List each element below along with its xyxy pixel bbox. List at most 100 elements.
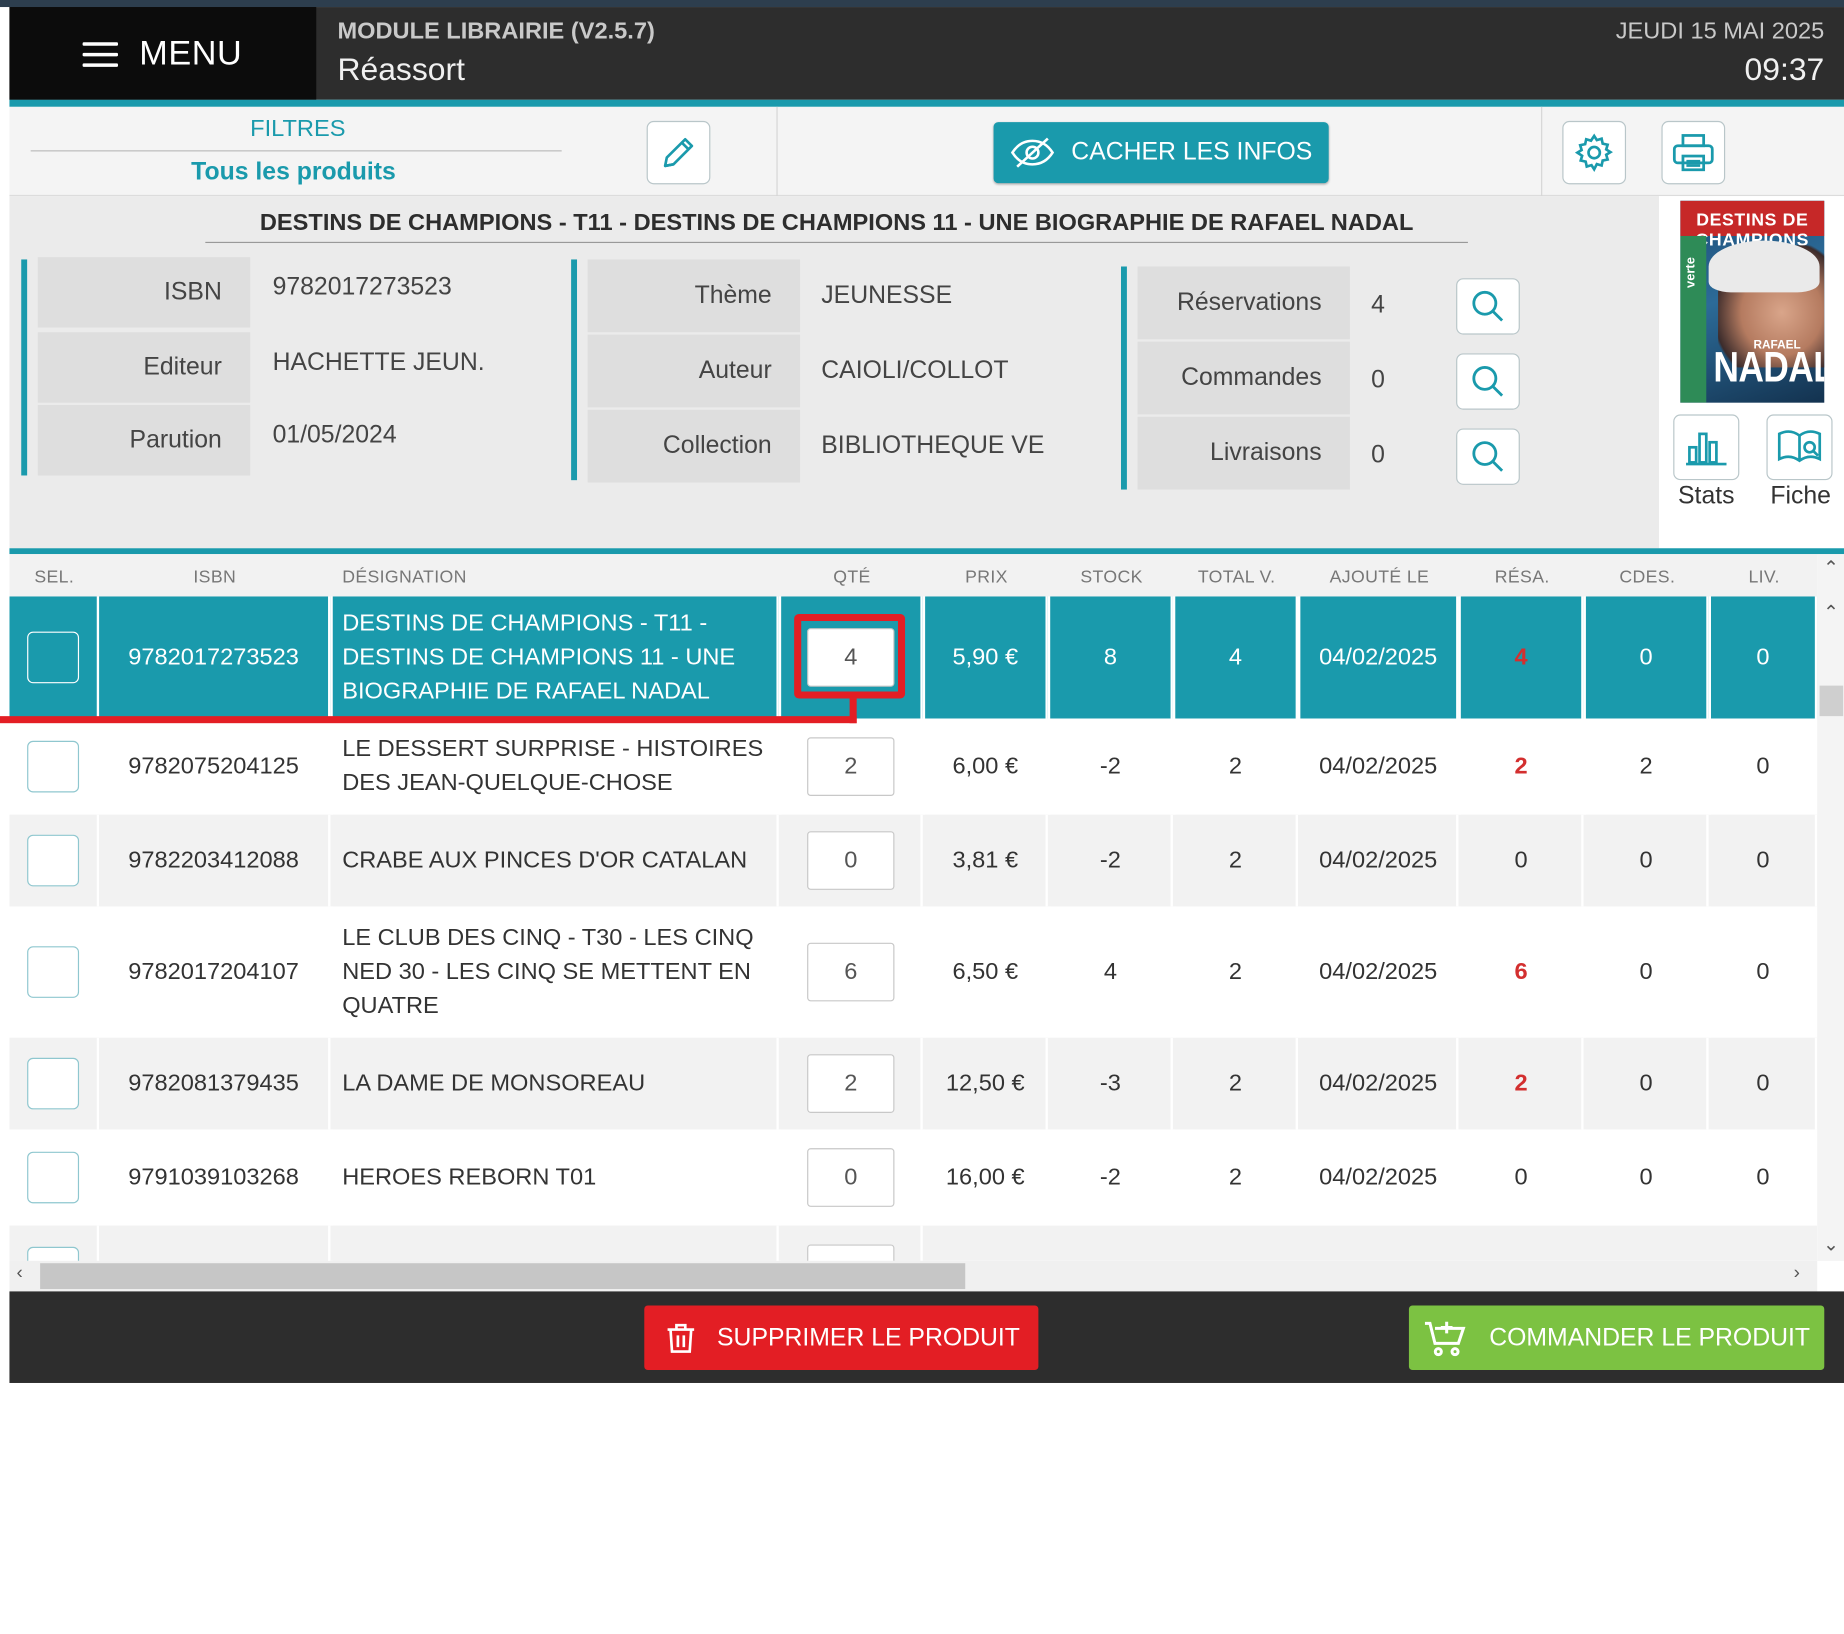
parution-value: 01/05/2024 (272, 421, 397, 449)
col-header-total[interactable]: TOTAL V. (1175, 554, 1298, 596)
table-row-partial[interactable] (9, 1225, 1818, 1261)
total-cell: 2 (1175, 720, 1298, 813)
parution-label: Parution (37, 405, 251, 476)
total-cell: 4 (1175, 596, 1298, 719)
vertical-scroll-thumb[interactable] (1819, 685, 1844, 717)
resa-cell: 2 (1460, 1037, 1584, 1130)
prix-cell: 5,90 € (925, 596, 1048, 719)
col-header-sel[interactable]: SEL. (9, 554, 99, 596)
collection-label: Collection (587, 409, 801, 483)
delete-product-button[interactable]: SUPPRIMER LE PRODUIT (644, 1305, 1039, 1371)
row-checkbox[interactable] (27, 1246, 80, 1261)
col-header-ajoute[interactable]: AJOUTÉ LE (1300, 554, 1458, 596)
scroll-up-icon[interactable]: ⌃ (1823, 556, 1839, 579)
module-title: MODULE LIBRAIRIE (V2.5.7) (337, 18, 655, 45)
scroll-up-icon[interactable]: ⌃ (1823, 601, 1839, 624)
fiche-label: Fiche (1770, 482, 1831, 510)
info-column-marker (1121, 266, 1127, 490)
header-divider (9, 99, 1844, 107)
resa-cell: 6 (1460, 908, 1584, 1036)
table-row[interactable]: 9782017204107 LE CLUB DES CINQ - T30 - LE… (9, 908, 1818, 1036)
col-header-cdes[interactable]: CDES. (1586, 554, 1709, 596)
gear-icon (1574, 133, 1613, 173)
footer-bar: SUPPRIMER LE PRODUIT COMMANDER LE PRODUI… (9, 1291, 1844, 1383)
designation-cell: CRABE AUX PINCES D'OR CATALAN (332, 814, 779, 907)
col-header-stock[interactable]: STOCK (1050, 554, 1173, 596)
qty-input[interactable]: 0 (807, 1148, 895, 1207)
qty-cell: 0 (781, 1131, 923, 1224)
isbn-cell: 9791039103268 (99, 1131, 331, 1224)
vertical-scrollbar[interactable]: ⌃ ⌃ ⌄ (1817, 554, 1844, 1261)
filters-label: FILTRES (250, 116, 346, 143)
total-cell: 2 (1175, 908, 1298, 1036)
prix-cell: 6,00 € (925, 720, 1048, 813)
scroll-left-icon[interactable]: ‹ (17, 1263, 23, 1284)
col-header-isbn[interactable]: ISBN (99, 554, 330, 596)
cart-add-icon (1425, 1321, 1466, 1356)
livraisons-label: Livraisons (1137, 416, 1350, 490)
table-row[interactable]: 9791039103268 HEROES REBORN T01 0 16,00 € -2… (9, 1131, 1818, 1224)
edit-filters-button[interactable] (646, 120, 711, 185)
print-button[interactable] (1661, 120, 1726, 185)
cover-name: NADAL (1713, 344, 1825, 392)
info-column-marker (571, 259, 578, 481)
order-product-label: COMMANDER LE PRODUIT (1489, 1323, 1811, 1351)
row-select-cell[interactable] (9, 1225, 100, 1261)
filters-value[interactable]: Tous les produits (191, 158, 396, 186)
theme-label: Thème (587, 259, 801, 333)
table-row[interactable]: 9782081379435 LA DAME DE MONSOREAU 2 12,50 … (9, 1037, 1818, 1130)
row-checkbox[interactable] (27, 1151, 80, 1204)
order-product-button[interactable]: COMMANDER LE PRODUIT (1408, 1305, 1825, 1371)
stock-cell: -2 (1050, 814, 1173, 907)
scroll-right-icon[interactable]: › (1794, 1263, 1800, 1284)
col-header-liv[interactable]: LIV. (1711, 554, 1817, 596)
qty-cell (781, 1225, 923, 1261)
date-cell: 04/02/2025 (1300, 908, 1459, 1036)
qty-input[interactable]: 2 (807, 1054, 895, 1113)
menu-button[interactable]: MENU (9, 7, 317, 100)
product-title: DESTINS DE CHAMPIONS - T11 - DESTINS DE … (205, 210, 1468, 244)
prix-cell: 16,00 € (925, 1131, 1048, 1224)
col-header-qte[interactable]: QTÉ (781, 554, 923, 596)
horizontal-scrollbar[interactable]: ‹ › (9, 1260, 1818, 1292)
current-date: JEUDI 15 MAI 2025 (1615, 18, 1825, 45)
qty-input[interactable] (807, 1244, 895, 1261)
col-header-designation[interactable]: DÉSIGNATION (342, 554, 484, 596)
stock-cell: -2 (1050, 1131, 1173, 1224)
date-cell: 04/02/2025 (1300, 596, 1459, 719)
stats-button[interactable] (1673, 414, 1740, 481)
fiche-button[interactable] (1766, 414, 1833, 481)
hide-info-button[interactable]: CACHER LES INFOS (993, 122, 1329, 184)
hide-info-label: CACHER LES INFOS (1071, 138, 1313, 166)
row-checkbox[interactable] (27, 946, 80, 998)
row-select-cell (9, 720, 100, 813)
table-row-selected[interactable]: 9782017273523 DESTINS DE CHAMPIONS - T11 … (9, 596, 1818, 719)
row-checkbox[interactable] (27, 740, 80, 793)
editeur-label: Editeur (37, 332, 251, 403)
row-checkbox[interactable] (27, 631, 80, 684)
scroll-down-icon[interactable]: ⌄ (1823, 1233, 1839, 1256)
toolbar-separator (776, 106, 778, 197)
qty-input[interactable]: 6 (807, 942, 895, 1002)
table-row[interactable]: 9782203412088 CRABE AUX PINCES D'OR CATAL… (9, 814, 1818, 907)
book-cover[interactable]: DESTINS DE CHAMPIONS verte RAFAEL NADAL (1680, 200, 1825, 403)
livraisons-search-button[interactable] (1456, 428, 1520, 485)
commandes-search-button[interactable] (1456, 353, 1520, 410)
pencil-icon (663, 137, 694, 168)
col-header-prix[interactable]: PRIX (925, 554, 1048, 596)
prix-cell: 6,50 € (925, 908, 1048, 1036)
menu-label: MENU (139, 35, 243, 73)
date-cell: 04/02/2025 (1300, 1131, 1459, 1224)
settings-button[interactable] (1562, 120, 1627, 185)
qty-input[interactable]: 0 (807, 831, 895, 890)
row-checkbox[interactable] (27, 834, 80, 887)
qty-input[interactable]: 2 (807, 737, 895, 796)
auteur-label: Auteur (587, 334, 801, 408)
horizontal-scroll-thumb[interactable] (40, 1263, 966, 1290)
reservations-search-button[interactable] (1456, 278, 1520, 335)
liv-cell: 0 (1710, 1037, 1818, 1130)
col-header-resa[interactable]: RÉSA. (1461, 554, 1584, 596)
row-checkbox[interactable] (27, 1057, 80, 1110)
filters-divider (30, 150, 562, 152)
table-row[interactable]: 9782075204125 LE DESSERT SURPRISE - HISTO… (9, 720, 1818, 813)
